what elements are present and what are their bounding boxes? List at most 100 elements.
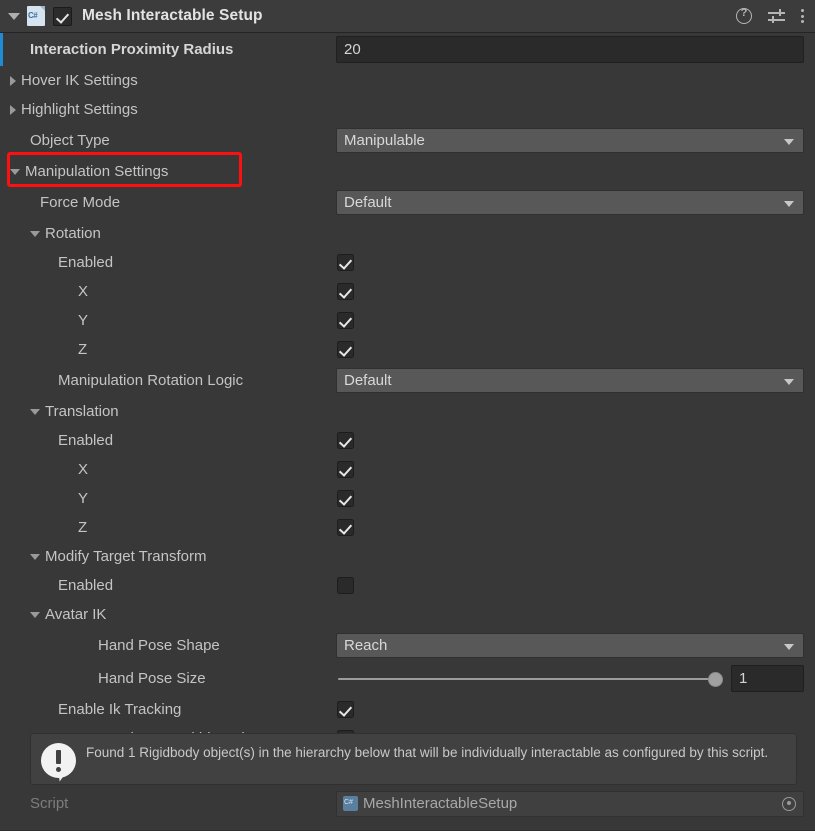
- chevron-down-icon[interactable]: [30, 408, 40, 415]
- row-rotation-x[interactable]: X: [0, 277, 815, 306]
- dropdown-hand-pose-shape-value: Reach: [344, 637, 388, 654]
- chevron-down-icon[interactable]: [10, 168, 20, 175]
- dropdown-object-type[interactable]: Manipulable: [336, 128, 804, 153]
- csharp-script-icon: [343, 796, 358, 811]
- info-helpbox-text: Found 1 Rigidbody object(s) in the hiera…: [86, 745, 769, 760]
- chevron-down-icon[interactable]: [30, 611, 40, 618]
- row-avatar-ik[interactable]: Avatar IK: [0, 600, 815, 629]
- chevron-down-icon: [784, 643, 794, 650]
- checkbox-rotation-enabled[interactable]: [337, 254, 354, 271]
- label-manipulation-rotation-logic: Manipulation Rotation Logic: [58, 373, 244, 388]
- row-hover-ik-settings[interactable]: Hover IK Settings: [0, 66, 815, 95]
- checkbox-rotation-z[interactable]: [337, 341, 354, 358]
- object-picker-icon[interactable]: [782, 796, 796, 811]
- label-translation-x: X: [78, 462, 89, 477]
- checkbox-translation-enabled[interactable]: [337, 432, 354, 449]
- dropdown-force-mode[interactable]: Default: [336, 190, 804, 215]
- checkbox-enable-ik-tracking[interactable]: [337, 701, 354, 718]
- row-translation-y[interactable]: Y: [0, 484, 815, 513]
- info-helpbox: Found 1 Rigidbody object(s) in the hiera…: [30, 733, 797, 785]
- dropdown-hand-pose-shape[interactable]: Reach: [336, 633, 804, 658]
- slider-hand-pose-size[interactable]: [336, 665, 727, 692]
- label-translation-z: Z: [78, 520, 88, 535]
- label-manipulation-settings: Manipulation Settings: [25, 164, 169, 179]
- header-icon-group: [736, 0, 805, 32]
- row-manipulation-rotation-logic[interactable]: Manipulation Rotation Logic Default: [0, 364, 815, 397]
- chevron-down-icon[interactable]: [30, 553, 40, 560]
- object-field-script[interactable]: MeshInteractableSetup: [336, 790, 804, 817]
- preset-settings-icon[interactable]: [768, 8, 785, 24]
- checkbox-translation-y[interactable]: [337, 490, 354, 507]
- row-script: Script MeshInteractableSetup: [0, 789, 815, 818]
- component-header[interactable]: Mesh Interactable Setup: [0, 0, 815, 33]
- row-translation[interactable]: Translation: [0, 397, 815, 426]
- label-enable-ik-tracking: Enable Ik Tracking: [58, 702, 182, 717]
- label-script: Script: [30, 795, 69, 812]
- help-icon[interactable]: [736, 7, 752, 24]
- chevron-down-icon[interactable]: [30, 230, 40, 237]
- slider-track-line: [338, 678, 717, 680]
- csharp-script-icon: [27, 6, 45, 26]
- label-hover-ik-settings: Hover IK Settings: [21, 73, 138, 88]
- slider-handle[interactable]: [708, 672, 723, 687]
- dropdown-force-mode-value: Default: [344, 194, 392, 211]
- label-rotation-x: X: [78, 284, 89, 299]
- row-object-type[interactable]: Object Type Manipulable: [0, 124, 815, 157]
- input-interaction-proximity-radius[interactable]: 20: [336, 36, 804, 63]
- more-options-icon[interactable]: [801, 8, 805, 24]
- label-modify-target-transform: Modify Target Transform: [45, 549, 207, 564]
- prefab-override-bar: [0, 33, 3, 66]
- label-interaction-proximity-radius: Interaction Proximity Radius: [30, 42, 234, 57]
- label-rotation-enabled: Enabled: [58, 255, 114, 270]
- checkbox-rotation-y[interactable]: [337, 312, 354, 329]
- row-hand-pose-size[interactable]: Hand Pose Size 1: [0, 662, 815, 695]
- checkbox-modify-target-enabled[interactable]: [337, 577, 354, 594]
- object-field-script-value: MeshInteractableSetup: [363, 795, 518, 812]
- row-hand-pose-shape[interactable]: Hand Pose Shape Reach: [0, 629, 815, 662]
- chevron-right-icon[interactable]: [10, 104, 16, 115]
- label-rotation-y: Y: [78, 313, 89, 328]
- inspector-panel: Mesh Interactable Setup Interaction Prox…: [0, 0, 815, 831]
- label-force-mode: Force Mode: [40, 195, 121, 210]
- row-enable-ik-tracking[interactable]: Enable Ik Tracking: [0, 695, 815, 724]
- row-translation-enabled[interactable]: Enabled: [0, 426, 815, 455]
- label-modify-target-enabled: Enabled: [58, 578, 114, 593]
- chevron-down-icon: [784, 378, 794, 385]
- chevron-right-icon[interactable]: [10, 75, 16, 86]
- checkbox-translation-z[interactable]: [337, 519, 354, 536]
- row-modify-target-transform[interactable]: Modify Target Transform: [0, 542, 815, 571]
- label-translation-enabled: Enabled: [58, 433, 114, 448]
- label-rotation-z: Z: [78, 342, 88, 357]
- component-foldout-icon[interactable]: [8, 12, 20, 20]
- property-rows: Interaction Proximity Radius 20 Hover IK…: [0, 33, 815, 753]
- label-hand-pose-shape: Hand Pose Shape: [98, 638, 220, 653]
- row-translation-z[interactable]: Z: [0, 513, 815, 542]
- label-highlight-settings: Highlight Settings: [21, 102, 138, 117]
- input-hand-pose-size[interactable]: 1: [731, 665, 804, 692]
- row-force-mode[interactable]: Force Mode Default: [0, 186, 815, 219]
- row-interaction-proximity-radius[interactable]: Interaction Proximity Radius 20: [0, 33, 815, 66]
- dropdown-manipulation-rotation-logic[interactable]: Default: [336, 368, 804, 393]
- chevron-down-icon: [784, 138, 794, 145]
- row-rotation-y[interactable]: Y: [0, 306, 815, 335]
- row-manipulation-settings[interactable]: Manipulation Settings: [0, 157, 815, 186]
- component-title: Mesh Interactable Setup: [82, 7, 263, 24]
- component-enabled-checkbox[interactable]: [53, 6, 72, 26]
- row-highlight-settings[interactable]: Highlight Settings: [0, 95, 815, 124]
- chevron-down-icon: [784, 200, 794, 207]
- row-rotation[interactable]: Rotation: [0, 219, 815, 248]
- checkbox-translation-x[interactable]: [337, 461, 354, 478]
- label-hand-pose-size: Hand Pose Size: [98, 671, 206, 686]
- row-translation-x[interactable]: X: [0, 455, 815, 484]
- label-avatar-ik: Avatar IK: [45, 607, 107, 622]
- row-modify-target-enabled[interactable]: Enabled: [0, 571, 815, 600]
- dropdown-object-type-value: Manipulable: [344, 132, 425, 149]
- row-rotation-enabled[interactable]: Enabled: [0, 248, 815, 277]
- dropdown-manipulation-rotation-logic-value: Default: [344, 372, 392, 389]
- info-exclamation-icon: [40, 743, 77, 782]
- label-object-type: Object Type: [30, 133, 110, 148]
- label-translation-y: Y: [78, 491, 89, 506]
- checkbox-rotation-x[interactable]: [337, 283, 354, 300]
- label-rotation: Rotation: [45, 226, 101, 241]
- row-rotation-z[interactable]: Z: [0, 335, 815, 364]
